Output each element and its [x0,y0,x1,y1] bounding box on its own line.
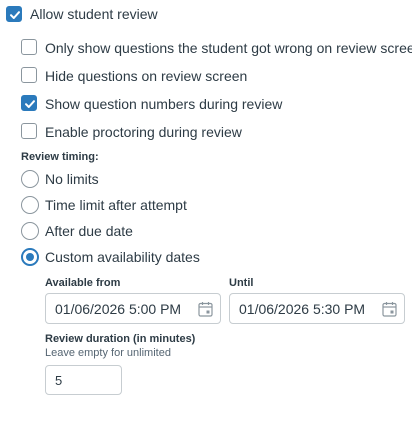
available-from-label: Available from [45,277,121,289]
review-timing-heading: Review timing: [21,151,99,163]
radio-selected-dot [26,253,34,261]
review-duration-label: Review duration (in minutes) [45,333,196,345]
radio-no-limits-label: No limits [45,171,99,187]
radio-time-limit-after-attempt-label: Time limit after attempt [45,197,187,213]
show-question-numbers-label: Show question numbers during review [45,96,283,112]
checkmark-icon [10,11,20,19]
until-label: Until [229,277,254,289]
show-question-numbers-checkbox[interactable] [21,95,37,111]
allow-student-review-label: Allow student review [30,6,158,22]
calendar-icon[interactable] [382,301,397,317]
available-from-input[interactable]: 01/06/2026 5:00 PM [45,293,221,324]
review-duration-input[interactable]: 5 [45,365,122,395]
allow-student-review-checkbox[interactable] [6,6,22,22]
until-value: 01/06/2026 5:30 PM [239,301,366,317]
available-from-value: 01/06/2026 5:00 PM [55,301,182,317]
hide-questions-checkbox[interactable] [21,67,37,83]
only-wrong-questions-checkbox[interactable] [21,39,37,55]
radio-custom-availability-dates[interactable] [21,248,39,266]
radio-time-limit-after-attempt[interactable] [21,196,39,214]
enable-proctoring-checkbox[interactable] [21,123,37,139]
radio-after-due-date[interactable] [21,222,39,240]
calendar-icon[interactable] [198,301,213,317]
review-duration-hint: Leave empty for unlimited [45,347,171,359]
radio-custom-availability-dates-label: Custom availability dates [45,249,200,265]
checkmark-icon [25,100,35,108]
hide-questions-label: Hide questions on review screen [45,68,248,84]
until-input[interactable]: 01/06/2026 5:30 PM [229,293,405,324]
review-duration-value: 5 [55,373,63,388]
only-wrong-questions-label: Only show questions the student got wron… [45,40,412,56]
radio-no-limits[interactable] [21,170,39,188]
radio-after-due-date-label: After due date [45,223,133,239]
enable-proctoring-label: Enable proctoring during review [45,124,242,140]
